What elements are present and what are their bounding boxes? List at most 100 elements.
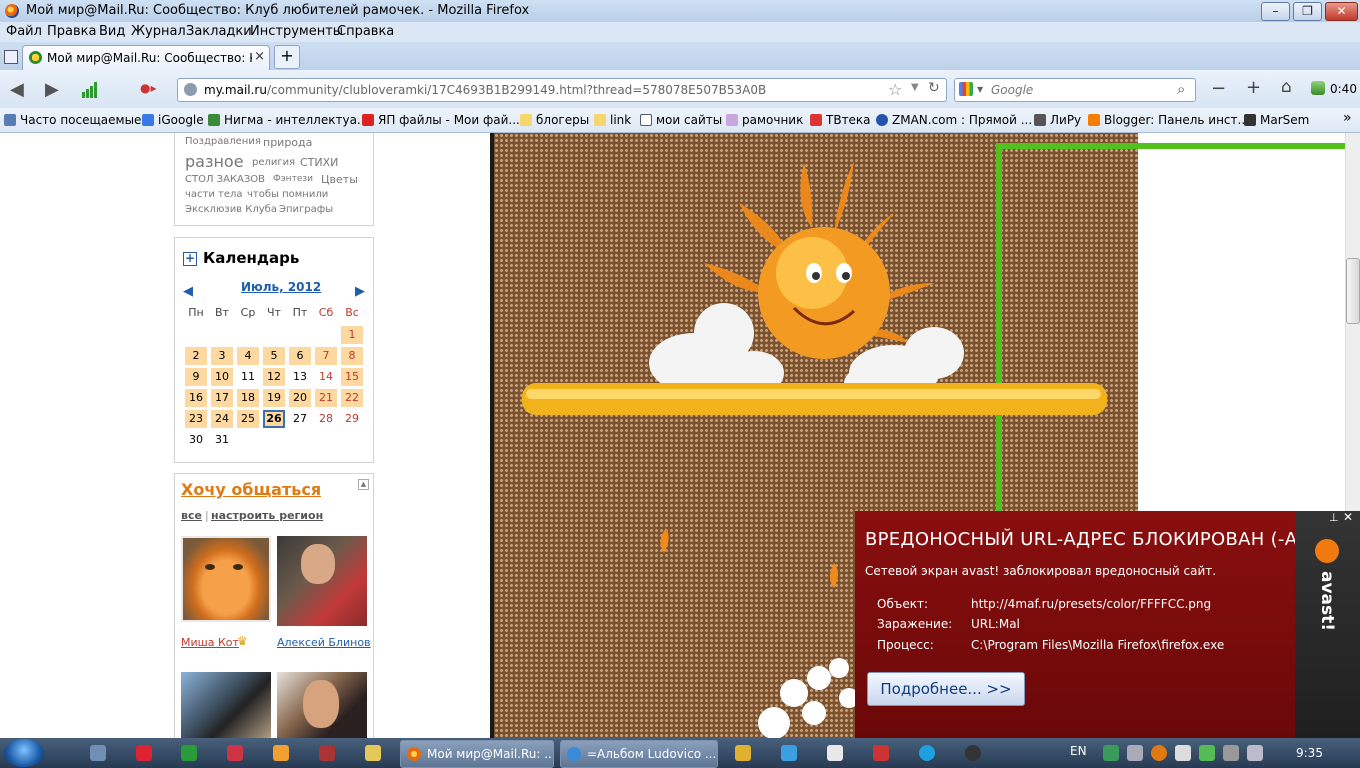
calendar-day[interactable]: 12 xyxy=(263,368,285,386)
tag-link[interactable]: Фэнтези xyxy=(273,174,313,184)
bookmark-marsem[interactable]: MarSem xyxy=(1244,113,1309,127)
menu-view[interactable]: Вид xyxy=(99,24,125,39)
calendar-day[interactable]: 26 xyxy=(263,410,285,428)
calendar-day[interactable]: 17 xyxy=(211,389,233,407)
tag-link[interactable]: Поздравления xyxy=(185,136,261,147)
back-arrow-icon[interactable]: ◀ xyxy=(10,79,24,100)
home-icon[interactable]: ⌂ xyxy=(1281,77,1292,97)
bookmark-blogger[interactable]: Blogger: Панель инст... xyxy=(1088,113,1249,127)
tab-mail-ru[interactable]: Мой мир@Mail.Ru: Сообщество: К... × xyxy=(22,45,270,71)
avatar-person-4[interactable] xyxy=(277,672,367,738)
calendar-day[interactable]: 2 xyxy=(185,347,207,365)
calendar-day[interactable]: 24 xyxy=(211,410,233,428)
zoom-in-icon[interactable]: + xyxy=(1246,77,1261,98)
calendar-day[interactable]: 4 xyxy=(237,347,259,365)
scrollbar-thumb[interactable] xyxy=(1346,258,1360,324)
next-month-arrow-icon[interactable]: ▶ xyxy=(355,284,365,299)
social-title[interactable]: Хочу общаться xyxy=(181,480,321,499)
bookmark-blogers[interactable]: блогеры xyxy=(520,113,589,127)
prev-month-arrow-icon[interactable]: ◀ xyxy=(183,284,193,299)
tab-list-icon[interactable] xyxy=(4,50,18,64)
collapse-icon[interactable]: ▲ xyxy=(358,479,369,490)
calendar-day[interactable]: 19 xyxy=(263,389,285,407)
avast-close-icon[interactable]: ✕ xyxy=(1343,510,1353,524)
shutdown-icon[interactable] xyxy=(136,745,152,761)
app-icon[interactable] xyxy=(319,745,335,761)
language-indicator[interactable]: EN xyxy=(1070,744,1087,758)
url-bar[interactable]: my.mail.ru/community/clubloveramki/17C46… xyxy=(177,78,947,102)
speaker-icon[interactable] xyxy=(1247,745,1263,761)
maximize-button[interactable]: ❐ xyxy=(1293,2,1322,21)
tag-link[interactable]: Эксклюзив Клуба xyxy=(185,204,277,215)
download-status-icon[interactable] xyxy=(1311,81,1325,95)
tag-link[interactable]: Эпиграфы xyxy=(279,204,333,215)
engine-dropdown-icon[interactable]: ▼ xyxy=(977,85,983,94)
app-icon[interactable] xyxy=(735,745,751,761)
tag-link[interactable]: чтобы помнили xyxy=(247,189,328,200)
filter-region-link[interactable]: настроить регион xyxy=(211,509,323,522)
person-name-link[interactable]: Алексей Блинов xyxy=(277,636,371,649)
calendar-day[interactable]: 20 xyxy=(289,389,311,407)
notepad-icon[interactable] xyxy=(365,745,381,761)
forward-arrow-icon[interactable]: ▶ xyxy=(45,79,59,100)
app-icon[interactable] xyxy=(781,745,797,761)
tag-link[interactable]: Цветы xyxy=(321,173,358,186)
calendar-day[interactable]: 15 xyxy=(341,368,363,386)
calendar-day[interactable]: 23 xyxy=(185,410,207,428)
bookmark-my-sites[interactable]: мои сайты xyxy=(640,113,722,127)
tab-close-icon[interactable]: × xyxy=(254,49,265,64)
menu-bookmarks[interactable]: Закладки xyxy=(186,24,252,39)
taskbar-item-ie[interactable]: =Альбом Ludovico ... xyxy=(560,740,718,768)
avatar-misha[interactable] xyxy=(181,536,271,622)
menu-edit[interactable]: Правка xyxy=(47,24,96,39)
menu-tools[interactable]: Инструменты xyxy=(250,24,343,39)
tag-link[interactable]: природа xyxy=(263,136,312,149)
calendar-day[interactable]: 21 xyxy=(315,389,337,407)
app-icon[interactable] xyxy=(873,745,889,761)
player-icon[interactable] xyxy=(273,745,289,761)
calendar-day[interactable]: 1 xyxy=(341,326,363,344)
tray-icon[interactable] xyxy=(1199,745,1215,761)
tray-icon[interactable] xyxy=(1223,745,1239,761)
menu-help[interactable]: Справка xyxy=(337,24,394,39)
clock[interactable]: 9:35 xyxy=(1296,746,1323,760)
flag-icon[interactable] xyxy=(1175,745,1191,761)
app-icon[interactable] xyxy=(827,745,843,761)
bookmark-nigma[interactable]: Нигма - интеллектуа... xyxy=(208,113,368,127)
avatar-alexey[interactable] xyxy=(277,536,367,626)
excel-icon[interactable] xyxy=(181,745,197,761)
url-text[interactable]: my.mail.ru/community/clubloveramki/17C46… xyxy=(204,83,766,97)
url-dropdown-icon[interactable]: ▼ xyxy=(911,82,919,93)
new-tab-button[interactable]: + xyxy=(274,45,300,69)
calendar-day[interactable]: 5 xyxy=(263,347,285,365)
google-icon[interactable] xyxy=(959,82,973,96)
expand-plus-icon[interactable]: + xyxy=(183,252,197,266)
avast-more-button[interactable]: Подробнее... >> xyxy=(867,672,1025,706)
calendar-day[interactable]: 7 xyxy=(315,347,337,365)
close-window-button[interactable]: ✕ xyxy=(1325,2,1358,21)
calendar-day[interactable]: 16 xyxy=(185,389,207,407)
bookmark-zman[interactable]: ZMAN.com : Прямой ... xyxy=(876,113,1032,127)
filter-all-link[interactable]: все xyxy=(181,509,202,522)
bookmark-link[interactable]: link xyxy=(594,113,631,127)
calendar-month-link[interactable]: Июль, 2012 xyxy=(241,280,321,294)
menu-history[interactable]: Журнал xyxy=(131,24,186,39)
calendar-day[interactable]: 3 xyxy=(211,347,233,365)
show-desktop-icon[interactable] xyxy=(90,745,106,761)
tag-link[interactable]: разное xyxy=(185,152,244,171)
calendar-day[interactable]: 6 xyxy=(289,347,311,365)
media-icon[interactable] xyxy=(227,745,243,761)
bookmark-most-visited[interactable]: Часто посещаемые xyxy=(4,113,141,127)
start-button[interactable] xyxy=(4,739,44,767)
avatar-person-3[interactable] xyxy=(181,672,271,738)
bookmark-yap[interactable]: ЯП файлы - Мои фай... xyxy=(362,113,520,127)
volume-icon[interactable] xyxy=(1127,745,1143,761)
app-icon[interactable] xyxy=(965,745,981,761)
skype-icon[interactable] xyxy=(919,745,935,761)
search-box[interactable]: ▼ Google ⌕ xyxy=(954,78,1196,102)
bookmark-ramochnik[interactable]: рамочник xyxy=(726,113,803,127)
menu-file[interactable]: Файл xyxy=(6,24,42,39)
avast-tray-icon[interactable] xyxy=(1151,745,1167,761)
person-name-link[interactable]: Миша Кот xyxy=(181,636,239,649)
bookmark-liru[interactable]: ЛиРу xyxy=(1034,113,1081,127)
